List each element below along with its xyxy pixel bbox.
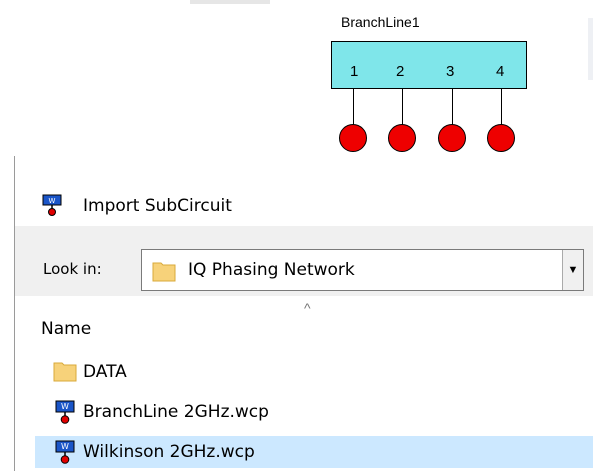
dialog-titlebar[interactable]: W Import SubCircuit	[15, 156, 593, 216]
look-in-dropdown[interactable]: IQ Phasing Network ▼	[141, 249, 584, 291]
look-in-value: IQ Phasing Network	[188, 260, 355, 280]
port-terminal[interactable]	[487, 124, 515, 152]
folder-icon	[53, 360, 77, 387]
chevron-down-icon[interactable]: ▼	[562, 250, 583, 290]
port-lead	[353, 89, 354, 127]
file-row[interactable]: DATA	[35, 356, 593, 388]
port-label: 4	[496, 63, 505, 80]
port-label: 3	[446, 63, 455, 80]
svg-text:W: W	[49, 197, 56, 205]
folder-icon	[152, 260, 176, 287]
port-lead	[501, 89, 502, 127]
port-terminal[interactable]	[339, 124, 367, 152]
port-lead	[452, 89, 453, 127]
canvas-scroll-strip	[190, 0, 270, 4]
port-label: 1	[350, 63, 359, 80]
port-terminal[interactable]	[388, 124, 416, 152]
schematic-canvas[interactable]: BranchLine1 1 2 3 4	[0, 0, 593, 156]
sort-ascending-icon: ^	[304, 300, 311, 316]
file-name: DATA	[83, 362, 127, 382]
import-subcircuit-dialog: W Import SubCircuit Look in: IQ Phasing …	[14, 156, 593, 471]
app-icon: W	[41, 194, 63, 221]
svg-text:W: W	[61, 442, 69, 451]
port-lead	[402, 89, 403, 127]
dialog-title: Import SubCircuit	[83, 196, 232, 216]
canvas-edge-strip	[588, 18, 593, 80]
file-name: BranchLine 2GHz.wcp	[83, 402, 269, 422]
svg-text:W: W	[61, 402, 69, 411]
file-row[interactable]: W BranchLine 2GHz.wcp	[35, 396, 593, 428]
look-in-label: Look in:	[43, 260, 102, 278]
column-header-name[interactable]: Name	[41, 319, 91, 339]
file-name: Wilkinson 2GHz.wcp	[83, 442, 255, 462]
port-label: 2	[396, 63, 405, 80]
wcp-file-icon: W	[53, 400, 77, 429]
wcp-file-icon: W	[53, 440, 77, 469]
file-row-selected[interactable]: W Wilkinson 2GHz.wcp	[35, 436, 593, 468]
subcircuit-label: BranchLine1	[341, 14, 420, 30]
port-terminal[interactable]	[438, 124, 466, 152]
